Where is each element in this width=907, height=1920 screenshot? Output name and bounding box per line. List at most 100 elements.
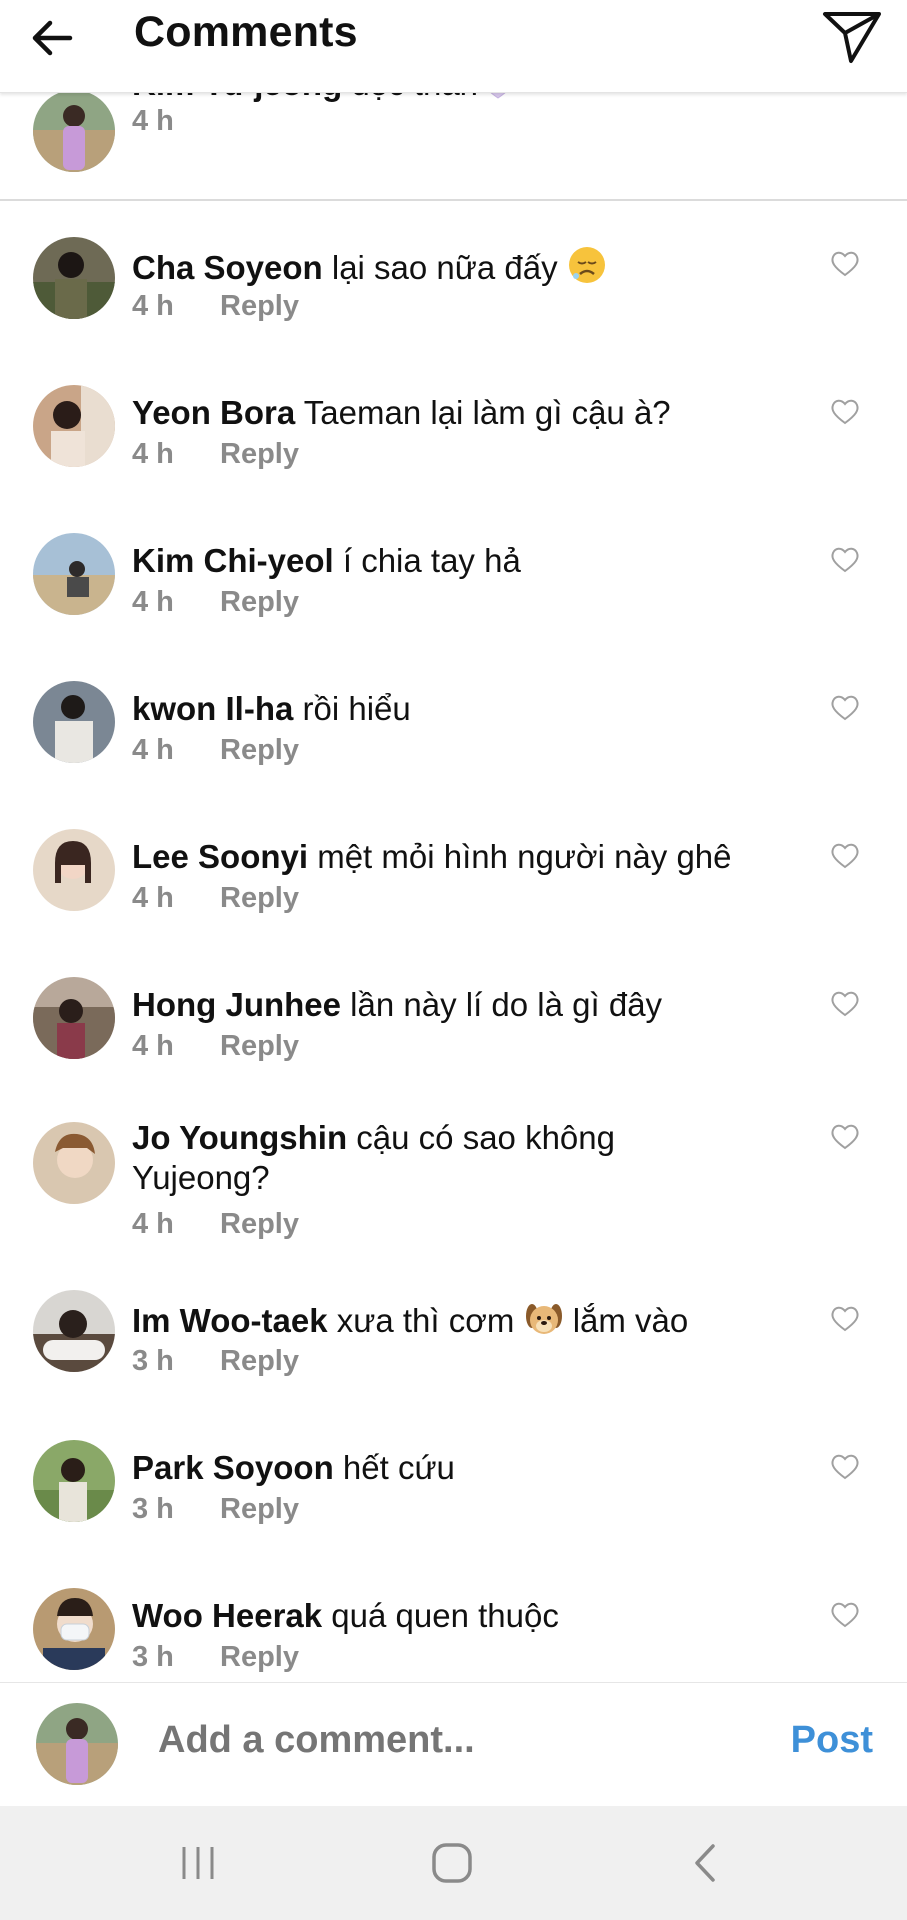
dog-face-emoji (524, 1300, 564, 1347)
reply-button[interactable]: Reply (220, 586, 299, 618)
comments-list[interactable]: Kim Yu-jeong độc thân 4 h Cha Soyeon lại… (0, 0, 907, 1682)
reply-button[interactable]: Reply (220, 734, 299, 766)
back-button[interactable] (24, 10, 80, 66)
current-user-avatar (36, 1703, 118, 1785)
comment-time: 4 h (132, 438, 174, 470)
comment-meta: 4 h Reply (132, 734, 299, 767)
comment-text: kwon Il-ha rồi hiểu (132, 689, 782, 729)
comment-body: í chia tay hả (333, 542, 521, 579)
avatar[interactable] (33, 1122, 115, 1204)
avatar[interactable] (33, 533, 115, 615)
reply-button[interactable]: Reply (220, 1641, 299, 1673)
comment-text: Yeon Bora Taeman lại làm gì cậu à? (132, 393, 782, 433)
comment-time: 4 h (132, 586, 174, 618)
reply-button[interactable]: Reply (220, 1030, 299, 1062)
reply-button[interactable]: Reply (220, 882, 299, 914)
comment-composer: Post (0, 1682, 907, 1807)
comment-username[interactable]: Yeon Bora (132, 394, 295, 431)
like-button[interactable] (830, 842, 860, 870)
reply-button[interactable]: Reply (220, 290, 299, 322)
comment-body-part1: xưa thì cơm (327, 1302, 524, 1339)
avatar[interactable] (33, 829, 115, 911)
heart-outline-icon (831, 695, 859, 721)
comment-body: lần này lí do là gì đây (341, 986, 663, 1023)
avatar[interactable] (33, 977, 115, 1059)
comment-time: 3 h (132, 1345, 174, 1377)
comment-meta: 4 h Reply (132, 438, 299, 471)
recents-button[interactable] (168, 1836, 228, 1890)
comment-username[interactable]: Cha Soyeon (132, 249, 323, 286)
home-icon (432, 1843, 472, 1883)
comment-username[interactable]: Lee Soonyi (132, 838, 308, 875)
heart-outline-icon (831, 399, 859, 425)
comment-text: Hong Junhee lần này lí do là gì đây (132, 985, 782, 1025)
reply-button[interactable]: Reply (220, 438, 299, 470)
avatar[interactable] (33, 90, 115, 172)
comment-body: hết cứu (333, 1449, 455, 1486)
like-button[interactable] (830, 250, 860, 278)
comment-text: Lee Soonyi mệt mỏi hình người này ghê (132, 837, 822, 877)
recent-apps-icon (182, 1847, 214, 1879)
avatar[interactable] (33, 1588, 115, 1670)
paper-plane-icon (823, 12, 881, 63)
like-button[interactable] (830, 1601, 860, 1629)
like-button[interactable] (830, 546, 860, 574)
heart-outline-icon (831, 1306, 859, 1332)
comment-body-part2: lắm vào (563, 1302, 689, 1339)
heart-outline-icon (831, 547, 859, 573)
heart-outline-icon (831, 843, 859, 869)
heart-outline-icon (831, 1124, 859, 1150)
home-button[interactable] (422, 1836, 482, 1890)
comment-meta: 4 h (132, 105, 220, 138)
post-button[interactable]: Post (791, 1719, 873, 1762)
comment-meta: 3 h Reply (132, 1641, 299, 1674)
comment-time: 3 h (132, 1493, 174, 1525)
reply-button[interactable]: Reply (220, 1208, 299, 1240)
avatar[interactable] (33, 385, 115, 467)
nav-back-icon (695, 1844, 715, 1882)
comment-body: rồi hiểu (293, 690, 411, 727)
comment-input[interactable] (158, 1719, 658, 1762)
like-button[interactable] (830, 398, 860, 426)
heart-outline-icon (831, 1454, 859, 1480)
share-button[interactable] (819, 6, 885, 68)
comment-meta: 4 h Reply (132, 586, 299, 619)
disappointed-face-emoji (567, 245, 607, 294)
like-button[interactable] (830, 694, 860, 722)
comment-username[interactable]: Woo Heerak (132, 1597, 322, 1634)
heart-outline-icon (831, 251, 859, 277)
comment-username[interactable]: Park Soyoon (132, 1449, 334, 1486)
nav-back-button[interactable] (676, 1836, 736, 1890)
comment-username[interactable]: Jo Youngshin (132, 1119, 347, 1156)
avatar[interactable] (33, 1440, 115, 1522)
comment-meta: 4 h Reply (132, 1030, 299, 1063)
comment-time: 4 h (132, 882, 174, 914)
comment-text: Jo Youngshin cậu có sao không Yujeong? (132, 1118, 712, 1198)
like-button[interactable] (830, 1453, 860, 1481)
like-button[interactable] (830, 1305, 860, 1333)
comment-meta: 4 h Reply (132, 290, 299, 323)
arrow-left-icon (32, 20, 73, 56)
heart-outline-icon (831, 1602, 859, 1628)
comment-username[interactable]: Im Woo-taek (132, 1302, 328, 1339)
comment-time: 4 h (132, 1208, 174, 1240)
comment-username[interactable]: Hong Junhee (132, 986, 341, 1023)
comment-meta: 3 h Reply (132, 1345, 299, 1378)
like-button[interactable] (830, 990, 860, 1018)
comment-time: 4 h (132, 734, 174, 766)
page-title: Comments (134, 8, 358, 56)
reply-button[interactable]: Reply (220, 1493, 299, 1525)
comment-text: Park Soyoon hết cứu (132, 1448, 782, 1488)
comment-time: 4 h (132, 105, 174, 137)
avatar[interactable] (33, 681, 115, 763)
comment-username[interactable]: kwon Il-ha (132, 690, 293, 727)
like-button[interactable] (830, 1123, 860, 1151)
comment-username[interactable]: Kim Chi-yeol (132, 542, 334, 579)
avatar[interactable] (33, 237, 115, 319)
avatar[interactable] (33, 1290, 115, 1372)
reply-button[interactable]: Reply (220, 1345, 299, 1377)
comment-text: Cha Soyeon lại sao nữa đấy (132, 245, 782, 294)
comment-time: 4 h (132, 290, 174, 322)
comment-meta: 3 h Reply (132, 1493, 299, 1526)
comment-body: Taeman lại làm gì cậu à? (295, 394, 671, 431)
